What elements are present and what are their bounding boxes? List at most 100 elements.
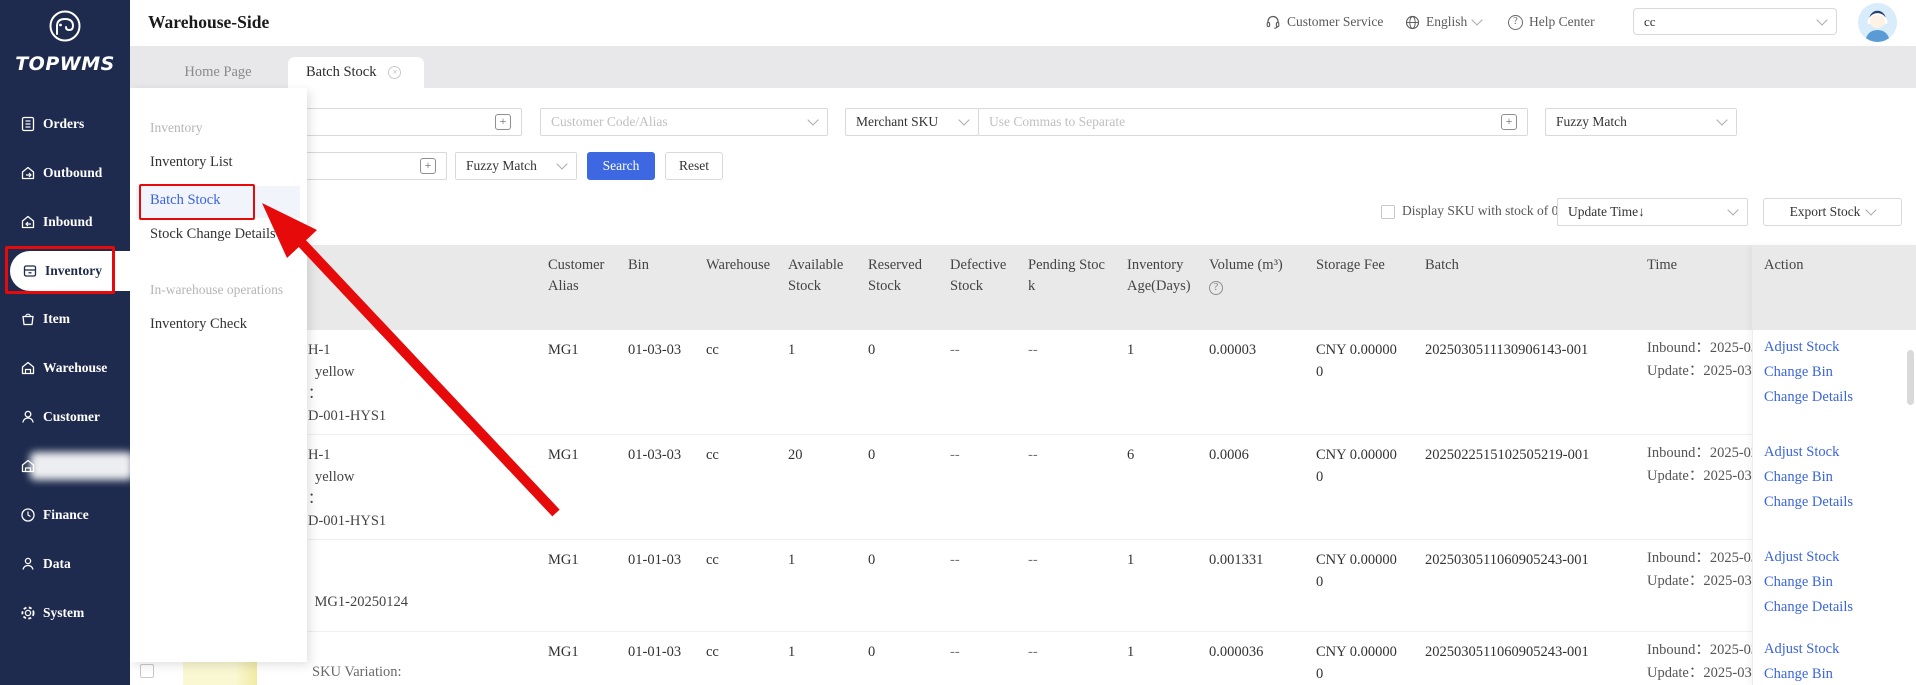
warehouse-icon — [21, 361, 35, 375]
cell-customer-alias: MG1 — [548, 644, 579, 660]
add-more-icon[interactable]: + — [495, 114, 511, 130]
orders-icon — [21, 116, 35, 132]
sidebar-item-orders[interactable]: Orders — [0, 109, 130, 139]
change-details-link[interactable]: Change Details — [1764, 599, 1853, 616]
cell-customer-alias: MG1 — [548, 447, 579, 463]
tab-batch-stock[interactable]: Batch Stock × — [288, 57, 424, 88]
sidebar-item-label: Finance — [43, 507, 89, 522]
sidebar-item-outbound[interactable]: Outbound — [0, 158, 130, 188]
row4-product-fragment: SKU Variation: — [312, 664, 402, 680]
customer-code-select[interactable]: Customer Code/Alias — [540, 108, 828, 136]
cell-reserved: 0 — [868, 447, 876, 463]
menu-section-inventory: Inventory — [150, 120, 203, 135]
sidebar-item-inbound[interactable]: Inbound — [0, 207, 130, 237]
elephant-logo-icon — [49, 10, 81, 42]
adjust-stock-link[interactable]: Adjust Stock — [1764, 444, 1839, 461]
sku-filter-field[interactable] — [311, 114, 495, 130]
sidebar-item-data[interactable]: Data — [0, 549, 130, 579]
cell-available: 20 — [788, 447, 803, 463]
reset-button[interactable]: Reset — [665, 152, 723, 180]
commas-field[interactable] — [989, 114, 1501, 130]
batch-filter-input[interactable]: + — [300, 152, 447, 180]
customer-service-link[interactable]: Customer Service — [1265, 14, 1383, 30]
sku-filter-input[interactable]: + — [300, 108, 522, 136]
menu-item-inventory-list[interactable]: Inventory List — [150, 154, 233, 171]
cell-customer-alias: MG1 — [548, 552, 579, 568]
batch-filter-field[interactable] — [311, 158, 420, 174]
add-more-icon[interactable]: + — [420, 158, 436, 174]
display-zero-checkbox[interactable] — [1381, 205, 1395, 219]
cell-bin: 01-01-03 — [628, 644, 682, 660]
help-center-label: Help Center — [1529, 14, 1595, 29]
change-bin-link[interactable]: Change Bin — [1764, 574, 1833, 591]
col-age: Inventory Age(Days) — [1127, 257, 1191, 294]
cell-reserved: 0 — [868, 644, 876, 660]
adjust-stock-link[interactable]: Adjust Stock — [1764, 549, 1839, 566]
change-bin-link[interactable]: Change Bin — [1764, 469, 1833, 486]
cell-batch: 2025022515102505219-001 — [1425, 447, 1590, 463]
adjust-stock-link[interactable]: Adjust Stock — [1764, 641, 1839, 658]
cell-batch: 2025030511060905243-001 — [1425, 552, 1589, 568]
cell-volume: 0.000036 — [1209, 644, 1264, 660]
cell-time-update: Update：2025-03- — [1647, 665, 1757, 681]
row-divider — [130, 631, 1916, 632]
app-logo: TOPWMS — [0, 8, 130, 75]
fuzzy-match-select-1[interactable]: Fuzzy Match — [1545, 108, 1737, 136]
row1-product-fragment: H-1 — [308, 342, 331, 358]
row1-product-fragment: D-001-HYS1 — [308, 408, 387, 424]
change-details-link[interactable]: Change Details — [1764, 389, 1853, 406]
tab-batch-label: Batch Stock — [306, 64, 377, 80]
scrollbar-thumb[interactable] — [1907, 350, 1914, 405]
search-button-label: Search — [602, 158, 640, 173]
fuzzy-match-select-2[interactable]: Fuzzy Match — [455, 152, 577, 180]
col-defective: Defective Stock — [950, 257, 1007, 294]
menu-section-in-warehouse: In-warehouse operations — [150, 282, 284, 297]
sidebar-item-warehouse[interactable]: Warehouse — [0, 353, 130, 383]
change-bin-link[interactable]: Change Bin — [1764, 364, 1833, 381]
sidebar-item-customer[interactable]: Customer — [0, 402, 130, 432]
cell-storage-fee: CNY 0.000000 — [1316, 552, 1397, 590]
fuzzy-match-value-2: Fuzzy Match — [466, 158, 537, 173]
cell-reserved: 0 — [868, 342, 876, 358]
cell-batch: 2025030511060905243-001 — [1425, 644, 1589, 660]
user-avatar[interactable] — [1858, 3, 1897, 42]
cell-bin: 01-03-03 — [628, 447, 682, 463]
help-center-link[interactable]: ? Help Center — [1508, 14, 1595, 30]
close-icon[interactable]: × — [388, 66, 402, 79]
export-stock-button[interactable]: Export Stock — [1763, 198, 1902, 226]
info-icon[interactable]: ? — [1209, 281, 1223, 295]
row1-product-fragment: ： — [308, 386, 323, 402]
sidebar-item-label: Customer — [43, 409, 100, 424]
chevron-down-icon — [1716, 114, 1728, 126]
sidebar-item-label: Data — [43, 556, 71, 571]
tab-home-page[interactable]: Home Page — [158, 57, 278, 88]
adjust-stock-link[interactable]: Adjust Stock — [1764, 339, 1839, 356]
change-bin-link[interactable]: Change Bin — [1764, 666, 1833, 683]
cell-reserved: 0 — [868, 552, 876, 568]
language-switcher[interactable]: English — [1405, 14, 1483, 30]
commas-input[interactable]: + — [978, 108, 1528, 136]
sidebar-item-item[interactable]: Item — [0, 304, 130, 334]
account-select[interactable]: cc — [1633, 8, 1837, 35]
cell-defective: -- — [950, 552, 960, 568]
sort-select[interactable]: Update Time↓ — [1557, 198, 1748, 226]
cell-bin: 01-03-03 — [628, 342, 682, 358]
inbound-icon — [21, 215, 35, 229]
sidebar-item-finance[interactable]: Finance — [0, 500, 130, 530]
col-action: Action — [1764, 257, 1804, 273]
row2-product-fragment: H-1 — [308, 447, 331, 463]
menu-item-inventory-check[interactable]: Inventory Check — [150, 316, 247, 333]
customer-code-placeholder: Customer Code/Alias — [551, 114, 668, 129]
cell-pending: -- — [1028, 552, 1038, 568]
search-button[interactable]: Search — [587, 152, 655, 180]
sidebar-item-label: Orders — [43, 116, 85, 131]
menu-item-stock-change-details[interactable]: Stock Change Details — [150, 226, 276, 243]
cell-volume: 0.0006 — [1209, 447, 1249, 463]
row3-product-fragment: ：MG1-20250124 — [300, 594, 408, 610]
cell-time-update: Update：2025-03- — [1647, 468, 1757, 484]
merchant-sku-select[interactable]: Merchant SKU — [845, 108, 979, 136]
row-checkbox[interactable] — [140, 664, 154, 678]
change-details-link[interactable]: Change Details — [1764, 494, 1853, 511]
sidebar-item-system[interactable]: System — [0, 598, 130, 628]
add-more-icon[interactable]: + — [1501, 114, 1517, 130]
